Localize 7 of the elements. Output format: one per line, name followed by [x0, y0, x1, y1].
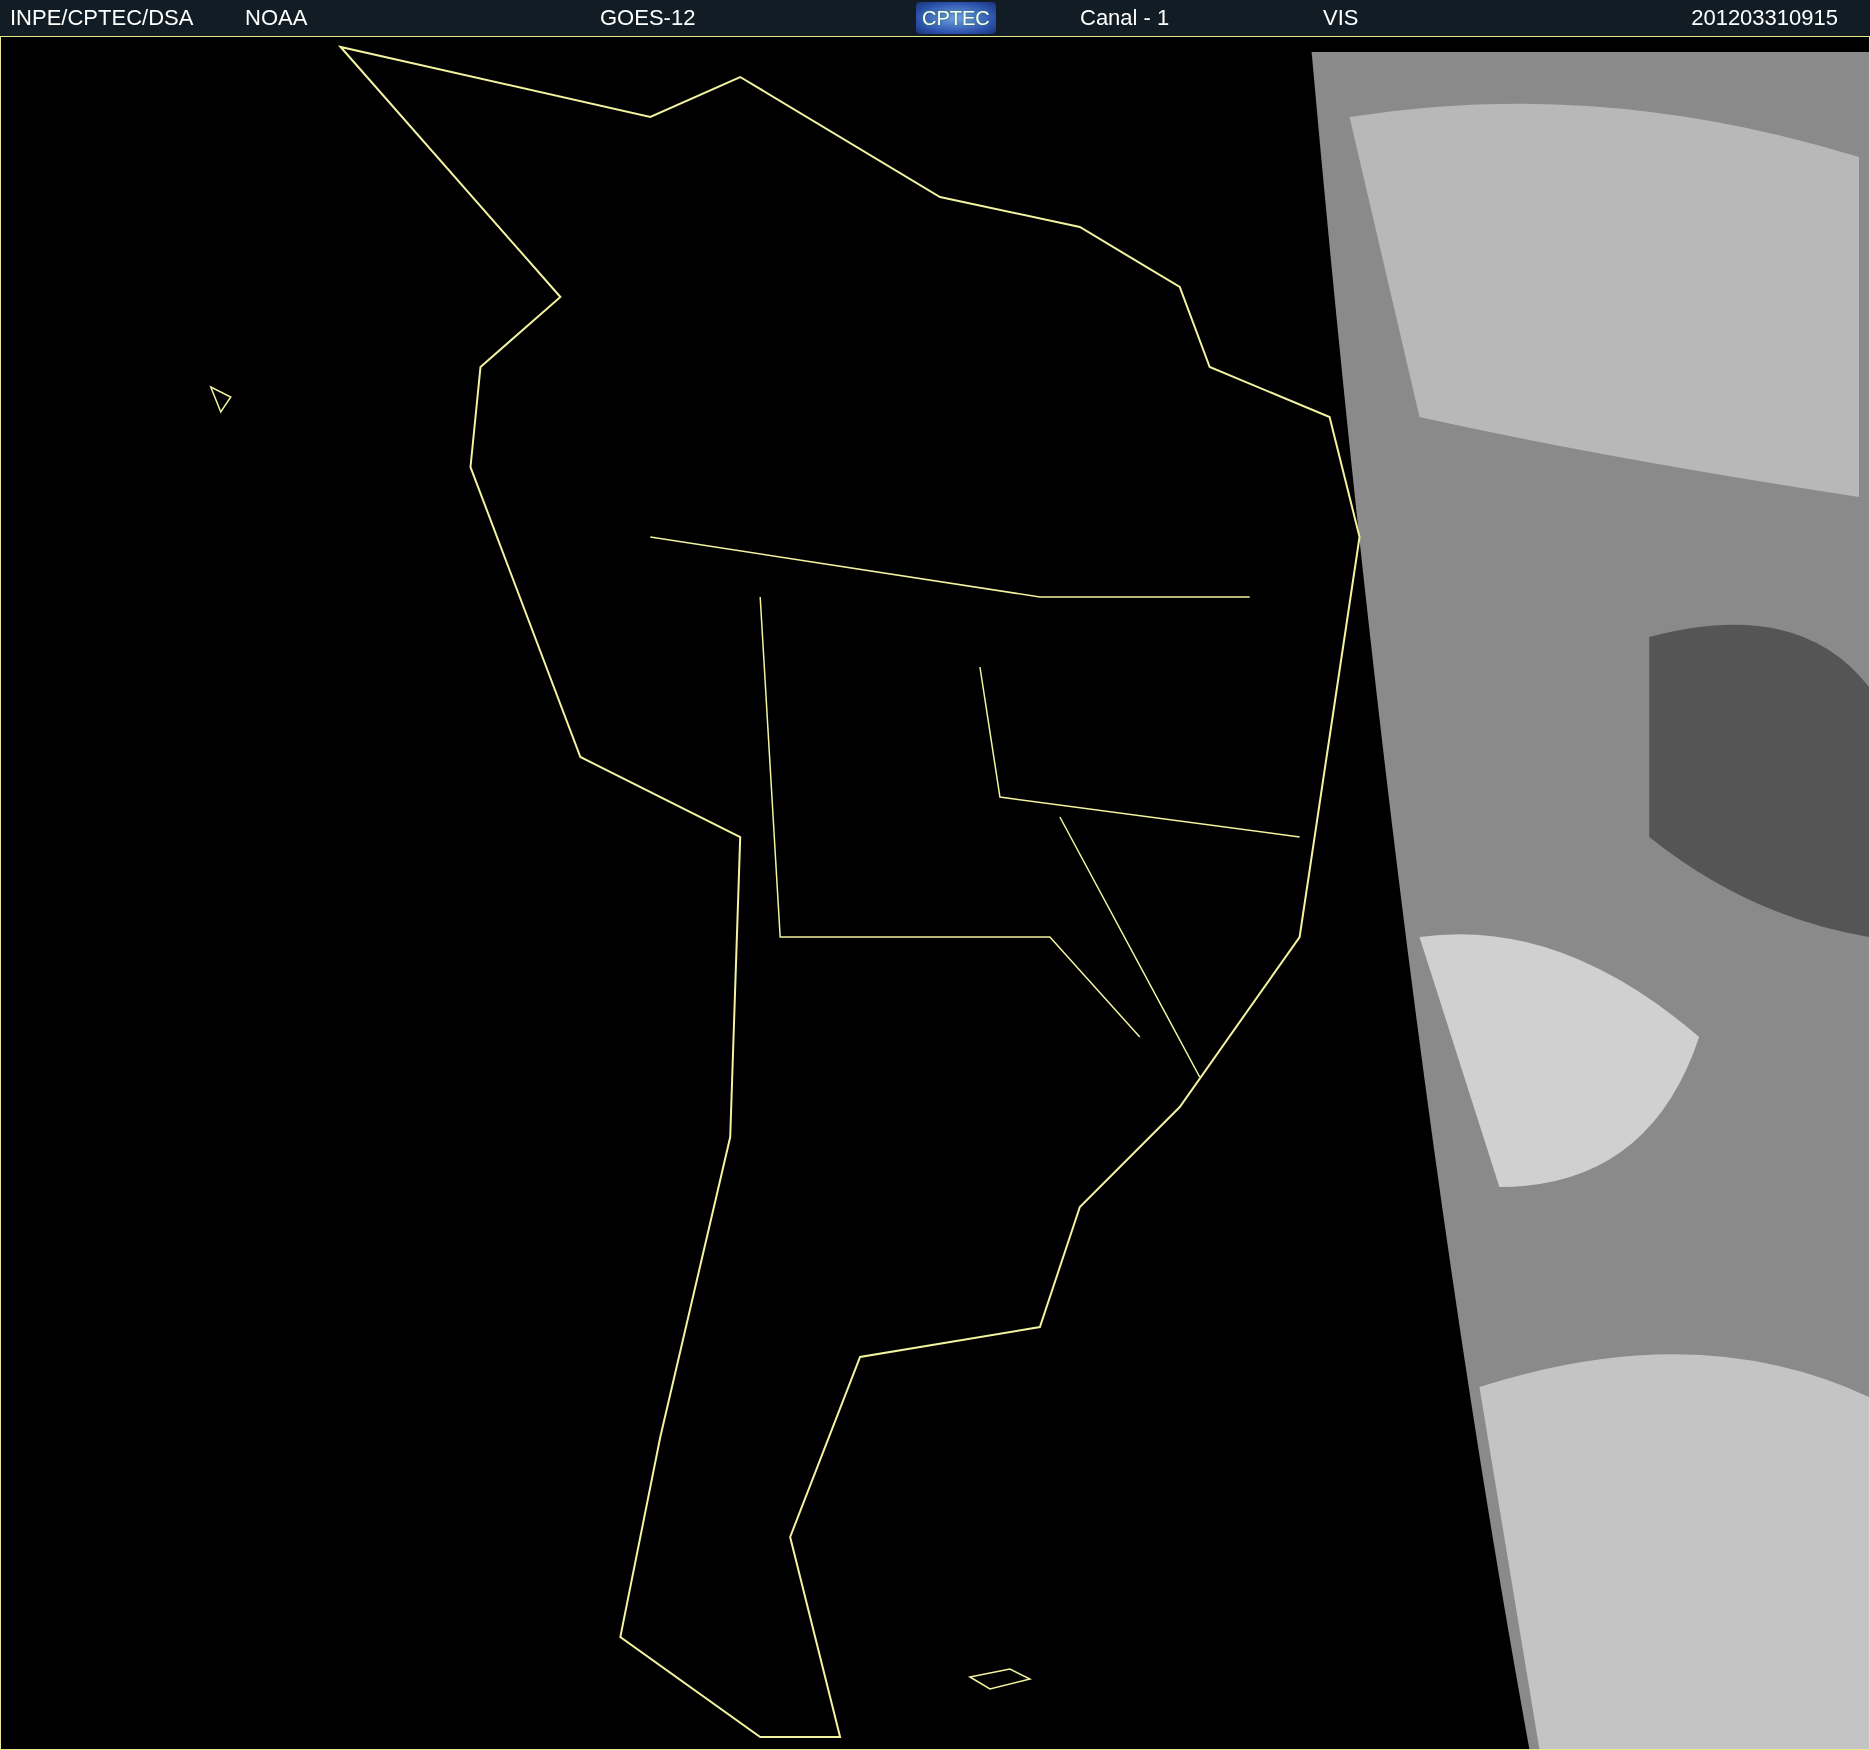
header-label: VIS — [1323, 5, 1359, 31]
header-label: Canal - 1 — [1080, 5, 1170, 31]
header-label: GOES-12 — [600, 5, 696, 31]
header-label: 201203310915 — [1691, 5, 1838, 31]
source-label: INPE/CPTEC/DSA — [10, 5, 194, 31]
logo: CPTEC — [916, 2, 996, 34]
header-label: NOAA — [245, 5, 308, 31]
